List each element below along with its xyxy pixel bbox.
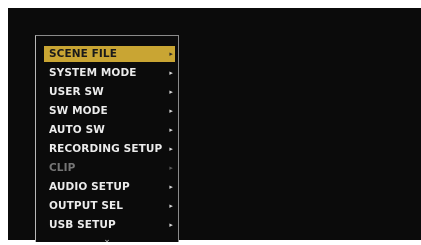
menu-item-label: USB SETUP (49, 219, 116, 231)
submenu-arrow-icon: ▸ (169, 69, 173, 77)
submenu-arrow-icon: ▸ (169, 221, 173, 229)
main-menu: SCENE FILE ▸ SYSTEM MODE ▸ USER SW ▸ SW … (35, 35, 179, 245)
menu-item-usb-setup[interactable]: USB SETUP ▸ (44, 217, 175, 233)
scroll-down-icon[interactable]: ⌄ (36, 235, 178, 245)
submenu-arrow-icon: ▸ (169, 183, 173, 191)
menu-item-recording-setup[interactable]: RECORDING SETUP ▸ (44, 141, 175, 157)
submenu-arrow-icon: ▸ (169, 50, 173, 58)
menu-item-label: RECORDING SETUP (49, 143, 163, 155)
menu-item-output-sel[interactable]: OUTPUT SEL ▸ (44, 198, 175, 214)
menu-item-auto-sw[interactable]: AUTO SW ▸ (44, 122, 175, 138)
menu-item-label: SCENE FILE (49, 48, 117, 60)
viewfinder-area: SCENE FILE ▸ SYSTEM MODE ▸ USER SW ▸ SW … (8, 8, 421, 245)
submenu-arrow-icon: ▸ (169, 107, 173, 115)
menu-item-label: USER SW (49, 86, 104, 98)
submenu-arrow-icon: ▸ (169, 202, 173, 210)
camera-screen: SCENE FILE ▸ SYSTEM MODE ▸ USER SW ▸ SW … (0, 0, 421, 245)
menu-item-label: AUDIO SETUP (49, 181, 130, 193)
menu-item-user-sw[interactable]: USER SW ▸ (44, 84, 175, 100)
menu-item-clip: CLIP ▸ (44, 160, 175, 176)
submenu-arrow-icon: ▸ (169, 164, 173, 172)
submenu-arrow-icon: ▸ (169, 126, 173, 134)
submenu-arrow-icon: ▸ (169, 145, 173, 153)
menu-item-audio-setup[interactable]: AUDIO SETUP ▸ (44, 179, 175, 195)
menu-item-label: AUTO SW (49, 124, 105, 136)
menu-item-label: CLIP (49, 162, 76, 174)
menu-item-label: SW MODE (49, 105, 108, 117)
menu-item-label: OUTPUT SEL (49, 200, 124, 212)
menu-item-sw-mode[interactable]: SW MODE ▸ (44, 103, 175, 119)
menu-item-system-mode[interactable]: SYSTEM MODE ▸ (44, 65, 175, 81)
submenu-arrow-icon: ▸ (169, 88, 173, 96)
menu-item-label: SYSTEM MODE (49, 67, 137, 79)
menu-item-scene-file[interactable]: SCENE FILE ▸ (44, 46, 175, 62)
